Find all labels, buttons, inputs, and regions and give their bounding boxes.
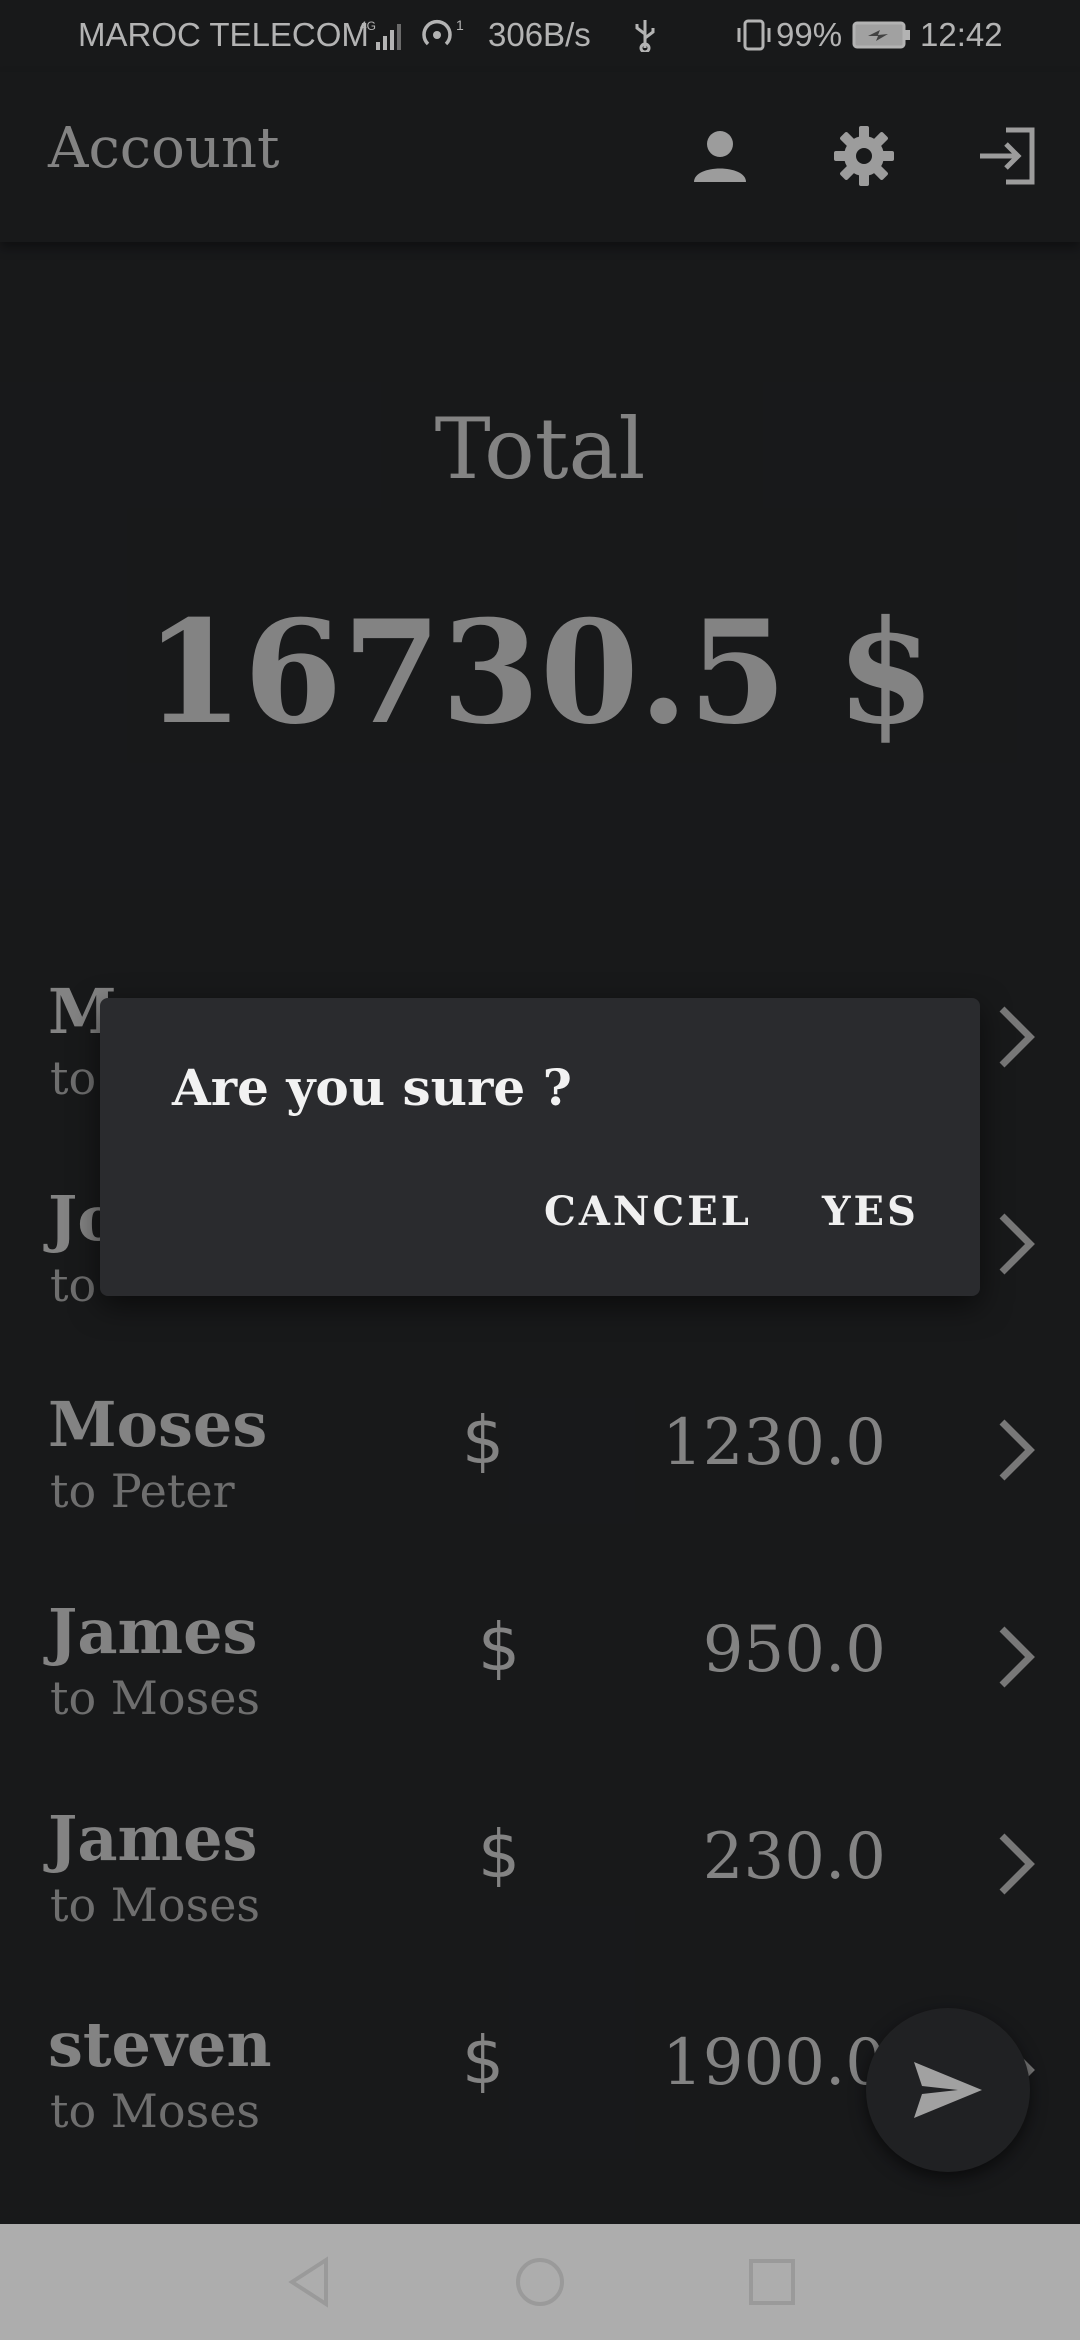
yes-button[interactable]: YES [822,1188,919,1235]
cancel-button[interactable]: CANCEL [544,1188,752,1235]
back-icon[interactable] [282,2254,338,2314]
dialog-message: Are you sure ? [172,1058,572,1117]
home-icon[interactable] [512,2254,568,2314]
confirm-dialog: Are you sure ? CANCEL YES [100,998,980,1296]
recents-icon[interactable] [744,2254,800,2314]
app-screen: MAROC TELECOM 4G 1 306B/s 99% 12:42 Acco… [0,0,1080,2340]
system-nav-bar [0,2224,1080,2340]
